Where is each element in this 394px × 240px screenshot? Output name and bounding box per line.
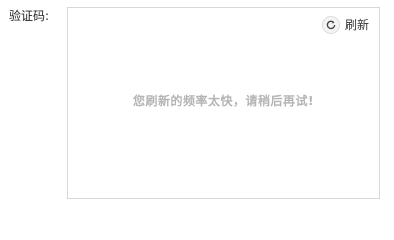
refresh-label[interactable]: 刷新 — [345, 16, 369, 34]
refresh-button[interactable]: 刷新 — [321, 16, 369, 34]
captcha-message: 您刷新的频率太快，请稍后再试! — [133, 94, 314, 108]
refresh-icon[interactable] — [321, 16, 340, 34]
captcha-label: 验证码: — [9, 9, 50, 23]
captcha-panel: 刷新 您刷新的频率太快，请稍后再试! — [67, 7, 380, 199]
captcha-form: 验证码: 刷新 您刷新的频率太快，请稍后再试! — [0, 0, 394, 207]
